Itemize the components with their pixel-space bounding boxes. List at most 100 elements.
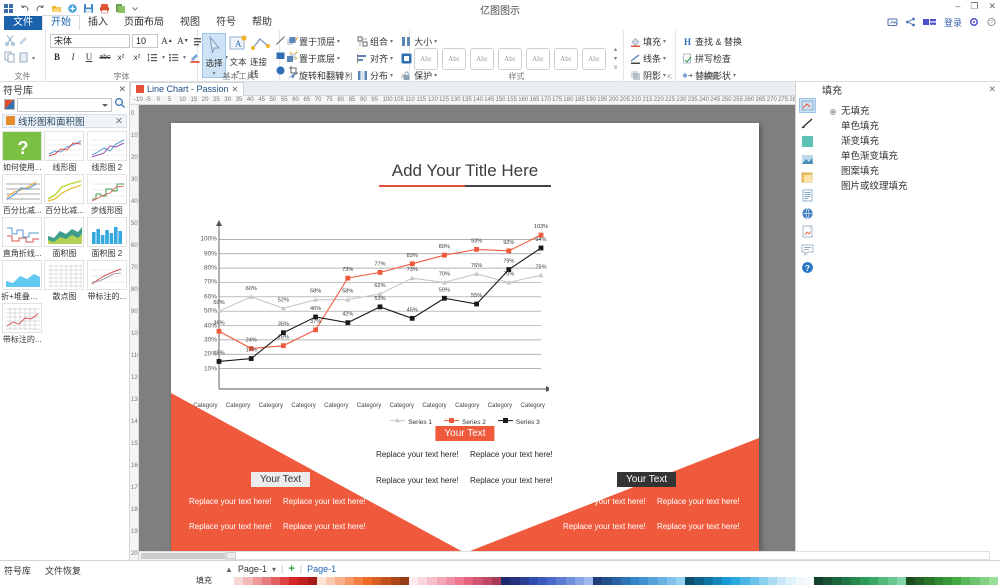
right-text-3[interactable]: Replace your text here! [563, 522, 646, 531]
library-color-swatch-icon[interactable] [4, 99, 15, 110]
line-spacing-icon[interactable] [146, 50, 160, 64]
palette-swatch[interactable] [777, 577, 787, 585]
palette-swatch[interactable] [261, 577, 272, 585]
fill-button[interactable]: 填充 ▾ [628, 34, 668, 49]
palette-swatch[interactable] [252, 577, 262, 585]
palette-swatch[interactable] [464, 577, 474, 585]
left-text-3[interactable]: Replace your text here! [189, 522, 272, 531]
group-button[interactable]: 组合 ▾ [355, 34, 395, 49]
help-icon[interactable]: ? [799, 260, 816, 275]
palette-swatch[interactable] [970, 577, 980, 585]
tab-insert[interactable]: 插入 [80, 16, 116, 30]
center-text-2[interactable]: Replace your text here! [470, 450, 553, 459]
data-icon[interactable] [799, 188, 816, 203]
palette-swatch[interactable] [795, 577, 805, 585]
palette-swatch[interactable] [814, 577, 824, 585]
page-scrollbar-thumb[interactable] [226, 552, 236, 559]
fill-option[interactable]: 单色填充 [830, 117, 1000, 132]
palette-swatch[interactable] [445, 577, 456, 585]
palette-swatch[interactable] [363, 577, 373, 585]
bold-button[interactable]: B [50, 50, 64, 64]
palette-swatch[interactable] [933, 577, 943, 585]
palette-swatch[interactable] [243, 577, 253, 585]
line-icon[interactable] [799, 116, 816, 131]
palette-swatch[interactable] [519, 577, 529, 585]
right-text-1[interactable]: Replace your text here! [563, 497, 646, 506]
close-icon[interactable]: ✕ [988, 84, 996, 95]
tab-symbols[interactable]: 符号 [208, 16, 244, 30]
chevron-up-icon[interactable]: ▲ [225, 565, 233, 574]
palette-swatch[interactable] [675, 577, 686, 585]
fill-option[interactable]: 无填充 [830, 102, 1000, 117]
palette-swatch[interactable] [455, 577, 465, 585]
palette-swatch[interactable] [537, 577, 548, 585]
center-text-4[interactable]: Replace your text here! [470, 476, 553, 485]
page-name[interactable]: Page-1 [238, 564, 267, 574]
fill-option[interactable]: 图片或纹理填充 [830, 177, 1000, 192]
settings-icon[interactable] [969, 17, 980, 29]
page-title[interactable]: Add Your Title Here [171, 161, 759, 181]
palette-swatch[interactable] [740, 577, 750, 585]
palette-swatch[interactable] [225, 577, 235, 585]
palette-swatch[interactable] [979, 577, 989, 585]
palette-swatch[interactable] [565, 577, 575, 585]
symbol-item[interactable]: ? 如何使用... [1, 131, 43, 173]
palette-swatch[interactable] [657, 577, 667, 585]
close-icon[interactable]: ✕ [118, 84, 126, 95]
close-button[interactable]: ✕ [988, 1, 996, 11]
style-preset-7[interactable]: Abc [582, 48, 606, 70]
italic-button[interactable]: I [66, 50, 80, 64]
style-scroll-down-icon[interactable]: ▾ [612, 56, 619, 62]
tab-help[interactable]: 帮助 [244, 16, 280, 30]
symbol-item[interactable]: 折+堆叠积图 [1, 260, 43, 302]
palette-swatch[interactable] [271, 577, 281, 585]
palette-swatch[interactable] [666, 577, 676, 585]
palette-swatch[interactable] [501, 577, 511, 585]
palette-swatch[interactable] [767, 577, 778, 585]
page-dropdown-icon[interactable]: ▾ [272, 565, 276, 574]
palette-swatch[interactable] [869, 577, 879, 585]
center-text-3[interactable]: Replace your text here! [376, 476, 459, 485]
symbol-item[interactable]: 面积图 2 [86, 217, 128, 259]
bullet-list-dropdown-icon[interactable]: ▾ [183, 54, 186, 61]
tab-home[interactable]: 开始 [42, 15, 80, 30]
palette-swatch[interactable] [353, 577, 364, 585]
find-replace-button[interactable]: H 查找 & 替换 [680, 34, 744, 49]
palette-swatch[interactable] [574, 577, 584, 585]
palette-swatch[interactable] [528, 577, 538, 585]
font-family-select[interactable]: 宋体 [50, 34, 130, 48]
superscript-button[interactable]: x2 [130, 50, 144, 64]
palette-swatch[interactable] [694, 577, 704, 585]
fill-panel-icon-bar[interactable]: ? [797, 96, 818, 560]
right-text-2[interactable]: Replace your text here! [657, 497, 740, 506]
palette-swatch[interactable] [887, 577, 897, 585]
format-painter-icon[interactable] [18, 34, 30, 49]
send-to-back-button[interactable]: 置于底层 ▾ [284, 51, 351, 66]
style-preset-1[interactable]: Abc [414, 48, 438, 70]
palette-swatch[interactable] [841, 577, 851, 585]
effects-icon[interactable] [799, 152, 816, 167]
symbol-item[interactable]: 带标注的... [1, 303, 43, 345]
canvas[interactable]: Add Your Title Here 50% 60% 52% 58% 58% 62% 73… [139, 105, 795, 560]
cloud-icon[interactable] [887, 17, 898, 29]
right-text-4[interactable]: Replace your text here! [657, 522, 740, 531]
bring-to-front-button[interactable]: 置于顶层 ▾ [284, 34, 351, 49]
style-gallery-scroll[interactable]: ▴ ▾ ≡ [612, 47, 619, 71]
palette-swatch[interactable] [878, 577, 888, 585]
palette-swatch[interactable] [409, 577, 419, 585]
palette-swatch[interactable] [703, 577, 713, 585]
tool-text[interactable]: A 文本 ▾ [227, 33, 249, 76]
shadow-button[interactable]: 阴影 ▾ [628, 68, 668, 83]
palette-swatch[interactable] [731, 577, 741, 585]
palette-swatch[interactable] [611, 577, 621, 585]
palette-swatch[interactable] [749, 577, 759, 585]
bullet-list-icon[interactable] [167, 50, 181, 64]
style-preset-4[interactable]: Abc [498, 48, 522, 70]
palette-swatch[interactable] [289, 577, 299, 585]
underline-button[interactable]: U [82, 50, 96, 64]
help-icon[interactable]: ? [987, 17, 996, 29]
maximize-button[interactable]: ❐ [970, 1, 978, 11]
symbol-item[interactable]: 步线形图 [86, 174, 128, 216]
login-label[interactable]: 登录 [944, 16, 962, 29]
tab-view[interactable]: 视图 [172, 16, 208, 30]
